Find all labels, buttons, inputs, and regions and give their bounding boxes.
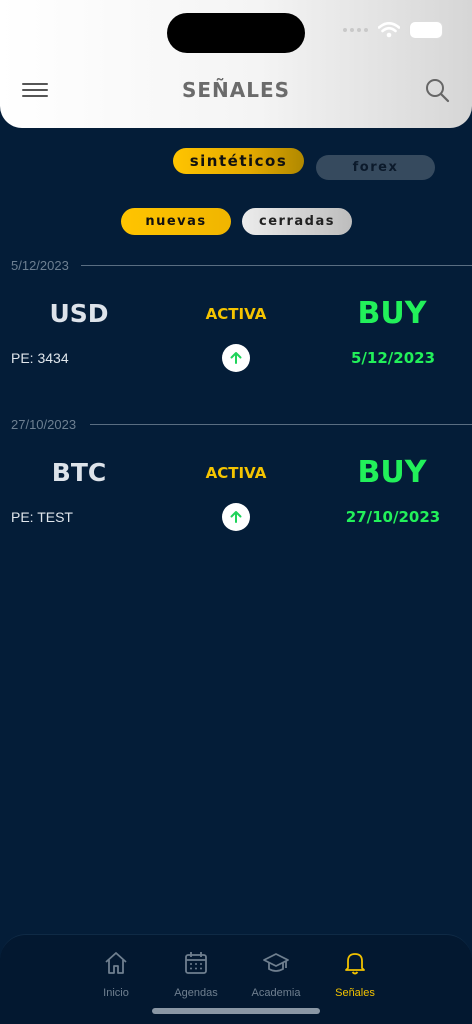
filter-cerradas[interactable]: cerradas [242, 208, 352, 235]
signal-detail-button[interactable] [222, 503, 250, 531]
signal-pe: PE: 3434 [11, 350, 69, 366]
status-bar [343, 22, 442, 38]
group-date: 27/10/2023 [11, 417, 77, 432]
arrow-up-icon [230, 352, 242, 364]
dynamic-island [167, 13, 305, 53]
home-icon [105, 952, 127, 974]
divider [90, 424, 472, 425]
page-title: SEÑALES [181, 78, 291, 102]
tab-agendas[interactable]: Agendas [156, 949, 236, 999]
signal-detail-button[interactable] [222, 344, 250, 372]
signal-side: BUY [357, 296, 427, 331]
signal-symbol: USD [49, 299, 109, 328]
signal-symbol: BTC [51, 458, 107, 487]
tab-label: Academia [251, 987, 301, 999]
tab-inicio[interactable]: Inicio [76, 949, 156, 999]
signal-side: BUY [357, 455, 427, 490]
calendar-icon [185, 952, 207, 974]
divider [81, 265, 472, 266]
tab-academia[interactable]: Academia [236, 949, 316, 999]
signal-pe: PE: TEST [11, 509, 73, 525]
arrow-up-icon [230, 511, 242, 523]
tab-label: Señales [335, 987, 375, 999]
tab-senales[interactable]: Señales [315, 949, 395, 999]
group-date: 5/12/2023 [11, 258, 69, 273]
signal-icon [343, 28, 368, 32]
wifi-icon [378, 22, 400, 38]
tab-label: Inicio [103, 987, 129, 999]
filter-forex[interactable]: forex [316, 155, 435, 180]
filter-sinteticos[interactable]: sintéticos [173, 148, 304, 174]
tab-label: Agendas [174, 987, 218, 999]
signal-state: ACTIVA [205, 464, 267, 482]
battery-icon [410, 22, 442, 38]
bell-icon [345, 953, 365, 975]
signal-state: ACTIVA [205, 305, 267, 323]
search-icon[interactable] [424, 77, 450, 103]
filter-nuevas[interactable]: nuevas [121, 208, 231, 235]
app-header: SEÑALES [0, 0, 472, 128]
graduation-cap-icon [263, 953, 289, 972]
signal-date: 5/12/2023 [350, 349, 436, 367]
signal-date: 27/10/2023 [345, 508, 441, 526]
home-indicator [152, 1008, 320, 1014]
